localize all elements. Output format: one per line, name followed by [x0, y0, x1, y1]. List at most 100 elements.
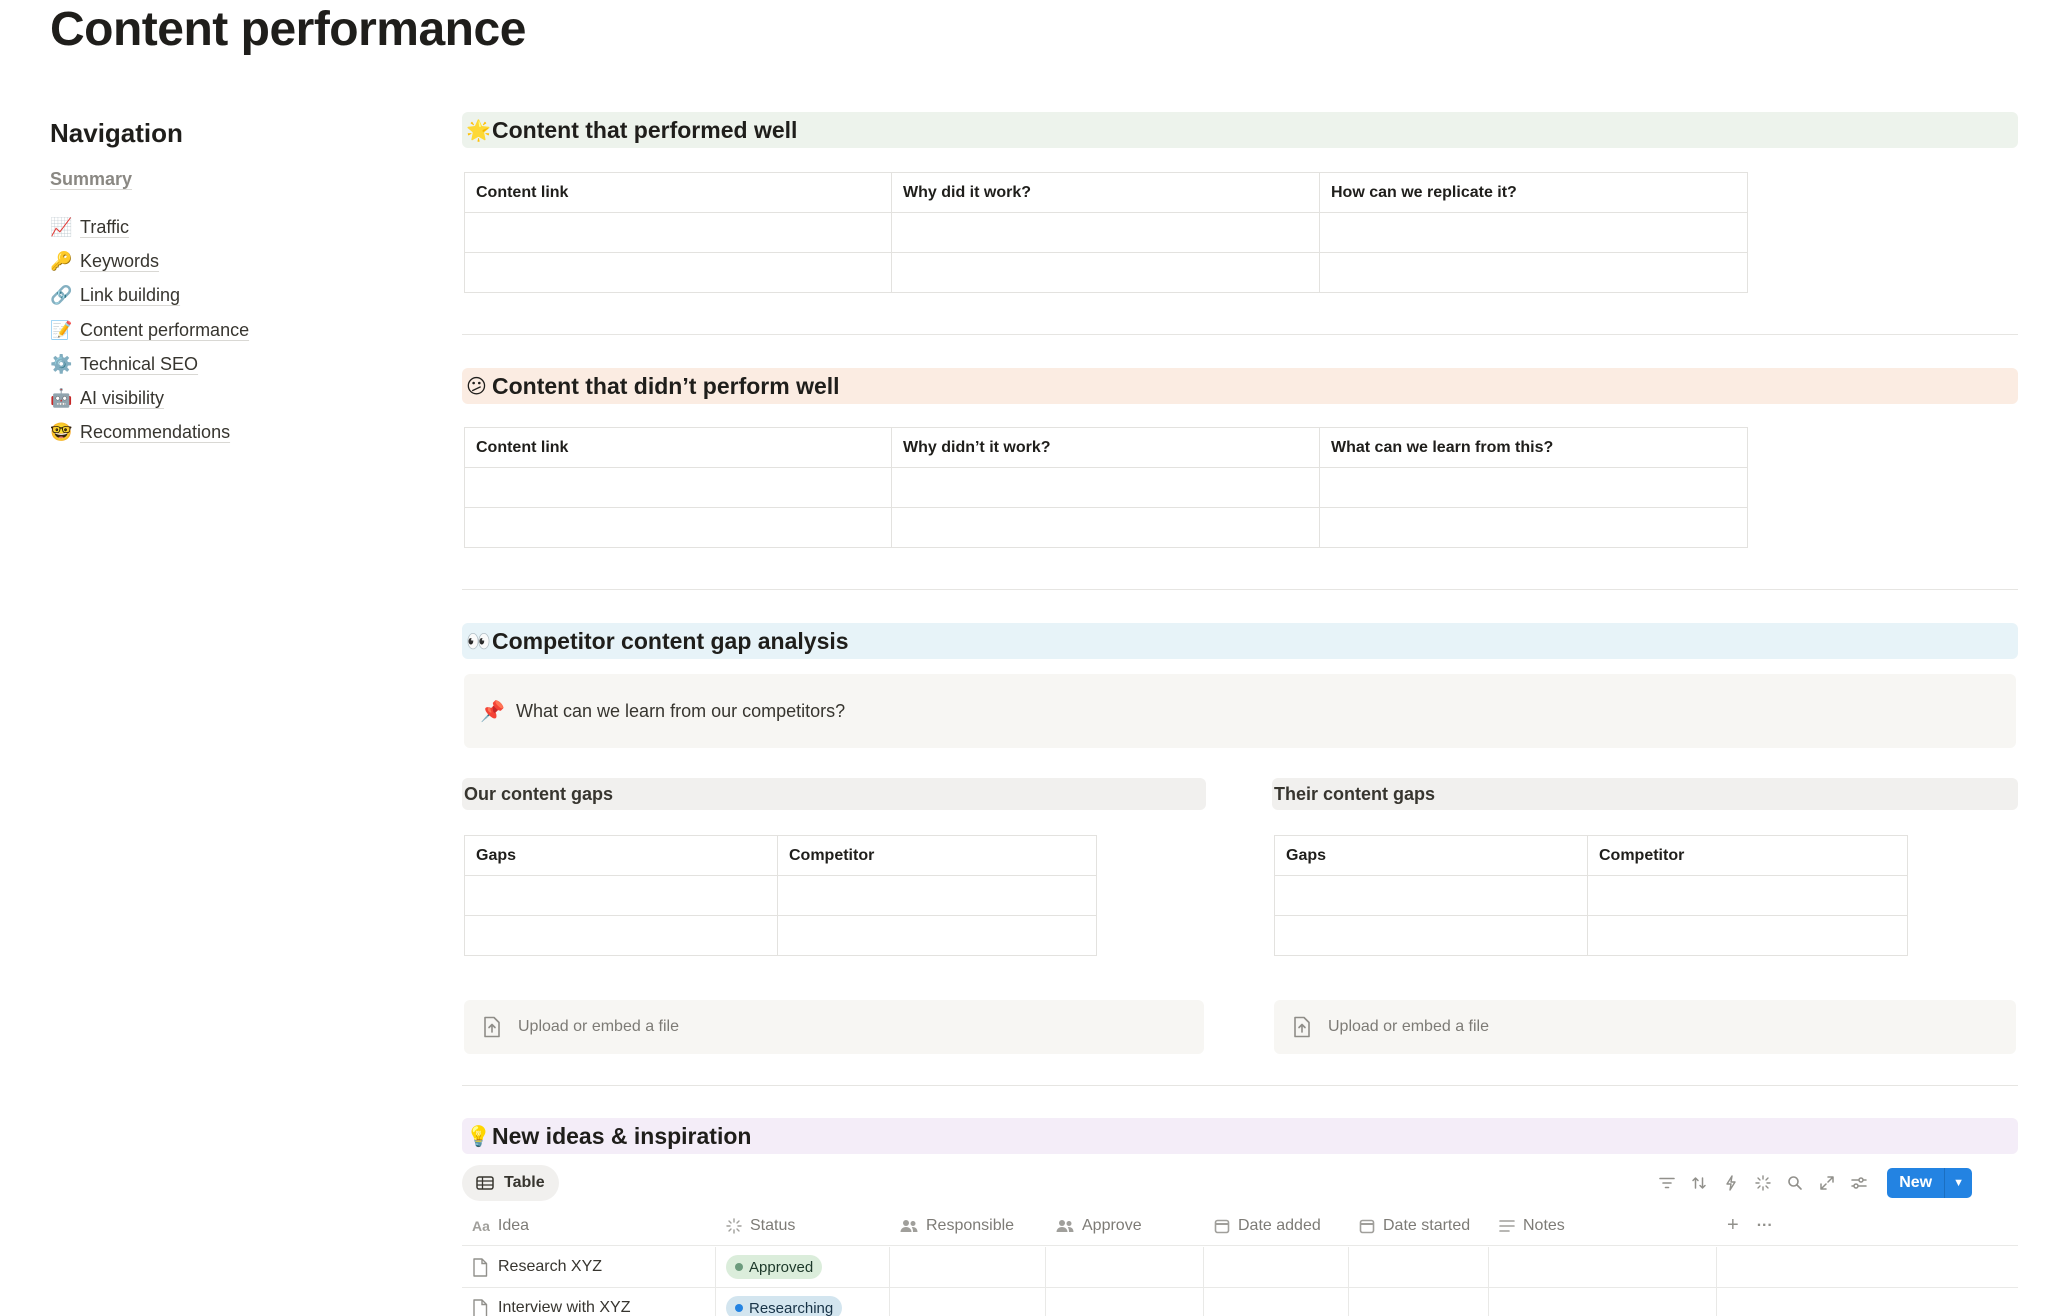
- table-row[interactable]: Research XYZ Approved: [462, 1247, 2018, 1288]
- table-header-cell[interactable]: Gaps: [1274, 835, 1588, 876]
- nav-link-label: AI visibility: [80, 388, 165, 409]
- table-cell[interactable]: [891, 467, 1320, 508]
- table-cell[interactable]: [464, 252, 892, 293]
- nav-link-recommendations[interactable]: 🤓 Recommendations: [50, 416, 350, 450]
- approve-cell[interactable]: [1046, 1288, 1204, 1316]
- column-header-approve[interactable]: Approve: [1046, 1206, 1204, 1245]
- table-cell[interactable]: [1319, 507, 1748, 548]
- nav-link-label: Recommendations: [80, 422, 231, 443]
- table-cell[interactable]: [1587, 875, 1908, 916]
- nav-link-content-performance[interactable]: 📝 Content performance: [50, 313, 350, 347]
- table-cell[interactable]: [777, 915, 1097, 956]
- table-header-cell[interactable]: Gaps: [464, 835, 778, 876]
- date-started-cell[interactable]: [1349, 1247, 1489, 1287]
- idea-title[interactable]: Interview with XYZ: [498, 1299, 630, 1316]
- table-header-cell[interactable]: What can we learn from this?: [1319, 427, 1748, 468]
- upload-label: Upload or embed a file: [1328, 1018, 1489, 1035]
- view-tab-table[interactable]: Table: [462, 1165, 559, 1201]
- idea-title[interactable]: Research XYZ: [498, 1258, 602, 1276]
- table-cell[interactable]: [891, 507, 1320, 548]
- page-title: Content performance: [50, 3, 526, 56]
- date-added-cell[interactable]: [1204, 1288, 1349, 1316]
- table-cell[interactable]: [1319, 212, 1748, 253]
- responsible-cell[interactable]: [890, 1247, 1046, 1287]
- glowing-star-emoji-icon: 🌟: [466, 119, 491, 142]
- table-cell[interactable]: [777, 875, 1097, 916]
- table-header-cell[interactable]: Content link: [464, 427, 892, 468]
- performed-well-table: Content link Why did it work? How can we…: [464, 172, 1748, 293]
- date-started-cell[interactable]: [1349, 1288, 1489, 1316]
- column-header-date-added[interactable]: Date added: [1204, 1206, 1349, 1245]
- nav-link-keywords[interactable]: 🔑 Keywords: [50, 244, 350, 278]
- robot-emoji-icon: 🤖: [50, 388, 73, 409]
- more-options-icon[interactable]: ···: [1757, 1217, 1773, 1235]
- table-cell[interactable]: [1274, 875, 1588, 916]
- column-header-idea[interactable]: Aa Idea: [462, 1206, 716, 1245]
- column-header-notes[interactable]: Notes: [1489, 1206, 1717, 1245]
- table-cell[interactable]: [464, 212, 892, 253]
- table-cell[interactable]: [891, 252, 1320, 293]
- column-header-status[interactable]: Status: [716, 1206, 890, 1245]
- nav-link-ai-visibility[interactable]: 🤖 AI visibility: [50, 381, 350, 415]
- expand-icon[interactable]: [1817, 1173, 1837, 1193]
- table-cell[interactable]: [1319, 467, 1748, 508]
- did-not-perform-table: Content link Why didn’t it work? What ca…: [464, 427, 1748, 548]
- their-gaps-upload-button[interactable]: Upload or embed a file: [1274, 1000, 2016, 1054]
- table-cell[interactable]: [891, 212, 1320, 253]
- column-header-actions: + ···: [1717, 1206, 1957, 1245]
- table-cell[interactable]: [1319, 252, 1748, 293]
- divider: [462, 589, 2018, 590]
- our-content-gaps-table: Gaps Competitor: [464, 835, 1097, 956]
- nav-link-link-building[interactable]: 🔗 Link building: [50, 279, 350, 313]
- table-cell[interactable]: [1274, 915, 1588, 956]
- section-title: New ideas & inspiration: [492, 1122, 752, 1149]
- new-button-label[interactable]: New: [1887, 1168, 1945, 1198]
- sparkle-ai-icon[interactable]: [1753, 1173, 1773, 1193]
- sort-icon[interactable]: [1689, 1173, 1709, 1193]
- nav-link-traffic[interactable]: 📈 Traffic: [50, 210, 350, 244]
- status-cell[interactable]: Approved: [716, 1247, 890, 1287]
- competitor-callout[interactable]: 📌 What can we learn from our competitors…: [464, 674, 2016, 748]
- add-column-icon[interactable]: +: [1727, 1214, 1739, 1237]
- nav-link-technical-seo[interactable]: ⚙️ Technical SEO: [50, 347, 350, 381]
- section-heading-competitor-gap: 👀 Competitor content gap analysis: [462, 623, 2018, 659]
- idea-cell[interactable]: Interview with XYZ: [462, 1288, 716, 1316]
- column-header-label: Date started: [1383, 1216, 1471, 1234]
- table-header-cell[interactable]: Competitor: [1587, 835, 1908, 876]
- notes-cell[interactable]: [1489, 1247, 1717, 1287]
- approve-cell[interactable]: [1046, 1247, 1204, 1287]
- status-cell[interactable]: Researching: [716, 1288, 890, 1316]
- database-toolbar: Table New ▼: [462, 1165, 2018, 1201]
- filter-icon[interactable]: [1657, 1173, 1677, 1193]
- responsible-cell[interactable]: [890, 1288, 1046, 1316]
- chevron-down-icon[interactable]: ▼: [1944, 1168, 1972, 1198]
- database-tools: New ▼: [1657, 1168, 1972, 1198]
- search-icon[interactable]: [1785, 1173, 1805, 1193]
- nav-link-summary[interactable]: Summary: [50, 169, 132, 190]
- file-upload-icon: [482, 1016, 518, 1038]
- table-header-cell[interactable]: Why did it work?: [891, 172, 1320, 213]
- table-header-cell[interactable]: Why didn’t it work?: [891, 427, 1320, 468]
- new-button[interactable]: New ▼: [1887, 1168, 1972, 1198]
- table-row[interactable]: Interview with XYZ Researching: [462, 1288, 2018, 1316]
- table-cell[interactable]: [464, 875, 778, 916]
- settings-sliders-icon[interactable]: [1849, 1173, 1869, 1193]
- status-badge: Researching: [726, 1296, 843, 1316]
- nav-link-label: Link building: [80, 285, 181, 306]
- column-header-date-started[interactable]: Date started: [1349, 1206, 1489, 1245]
- table-header-cell[interactable]: Content link: [464, 172, 892, 213]
- date-added-cell[interactable]: [1204, 1247, 1349, 1287]
- table-header-cell[interactable]: How can we replicate it?: [1319, 172, 1748, 213]
- memo-emoji-icon: 📝: [50, 319, 73, 340]
- table-header-cell[interactable]: Competitor: [777, 835, 1097, 876]
- table-cell[interactable]: [464, 915, 778, 956]
- view-tab-label: Table: [504, 1174, 545, 1191]
- column-header-responsible[interactable]: Responsible: [890, 1206, 1046, 1245]
- table-cell[interactable]: [1587, 915, 1908, 956]
- notes-cell[interactable]: [1489, 1288, 1717, 1316]
- our-gaps-upload-button[interactable]: Upload or embed a file: [464, 1000, 1204, 1054]
- idea-cell[interactable]: Research XYZ: [462, 1247, 716, 1287]
- table-cell[interactable]: [464, 467, 892, 508]
- automation-lightning-icon[interactable]: [1721, 1173, 1741, 1193]
- table-cell[interactable]: [464, 507, 892, 548]
